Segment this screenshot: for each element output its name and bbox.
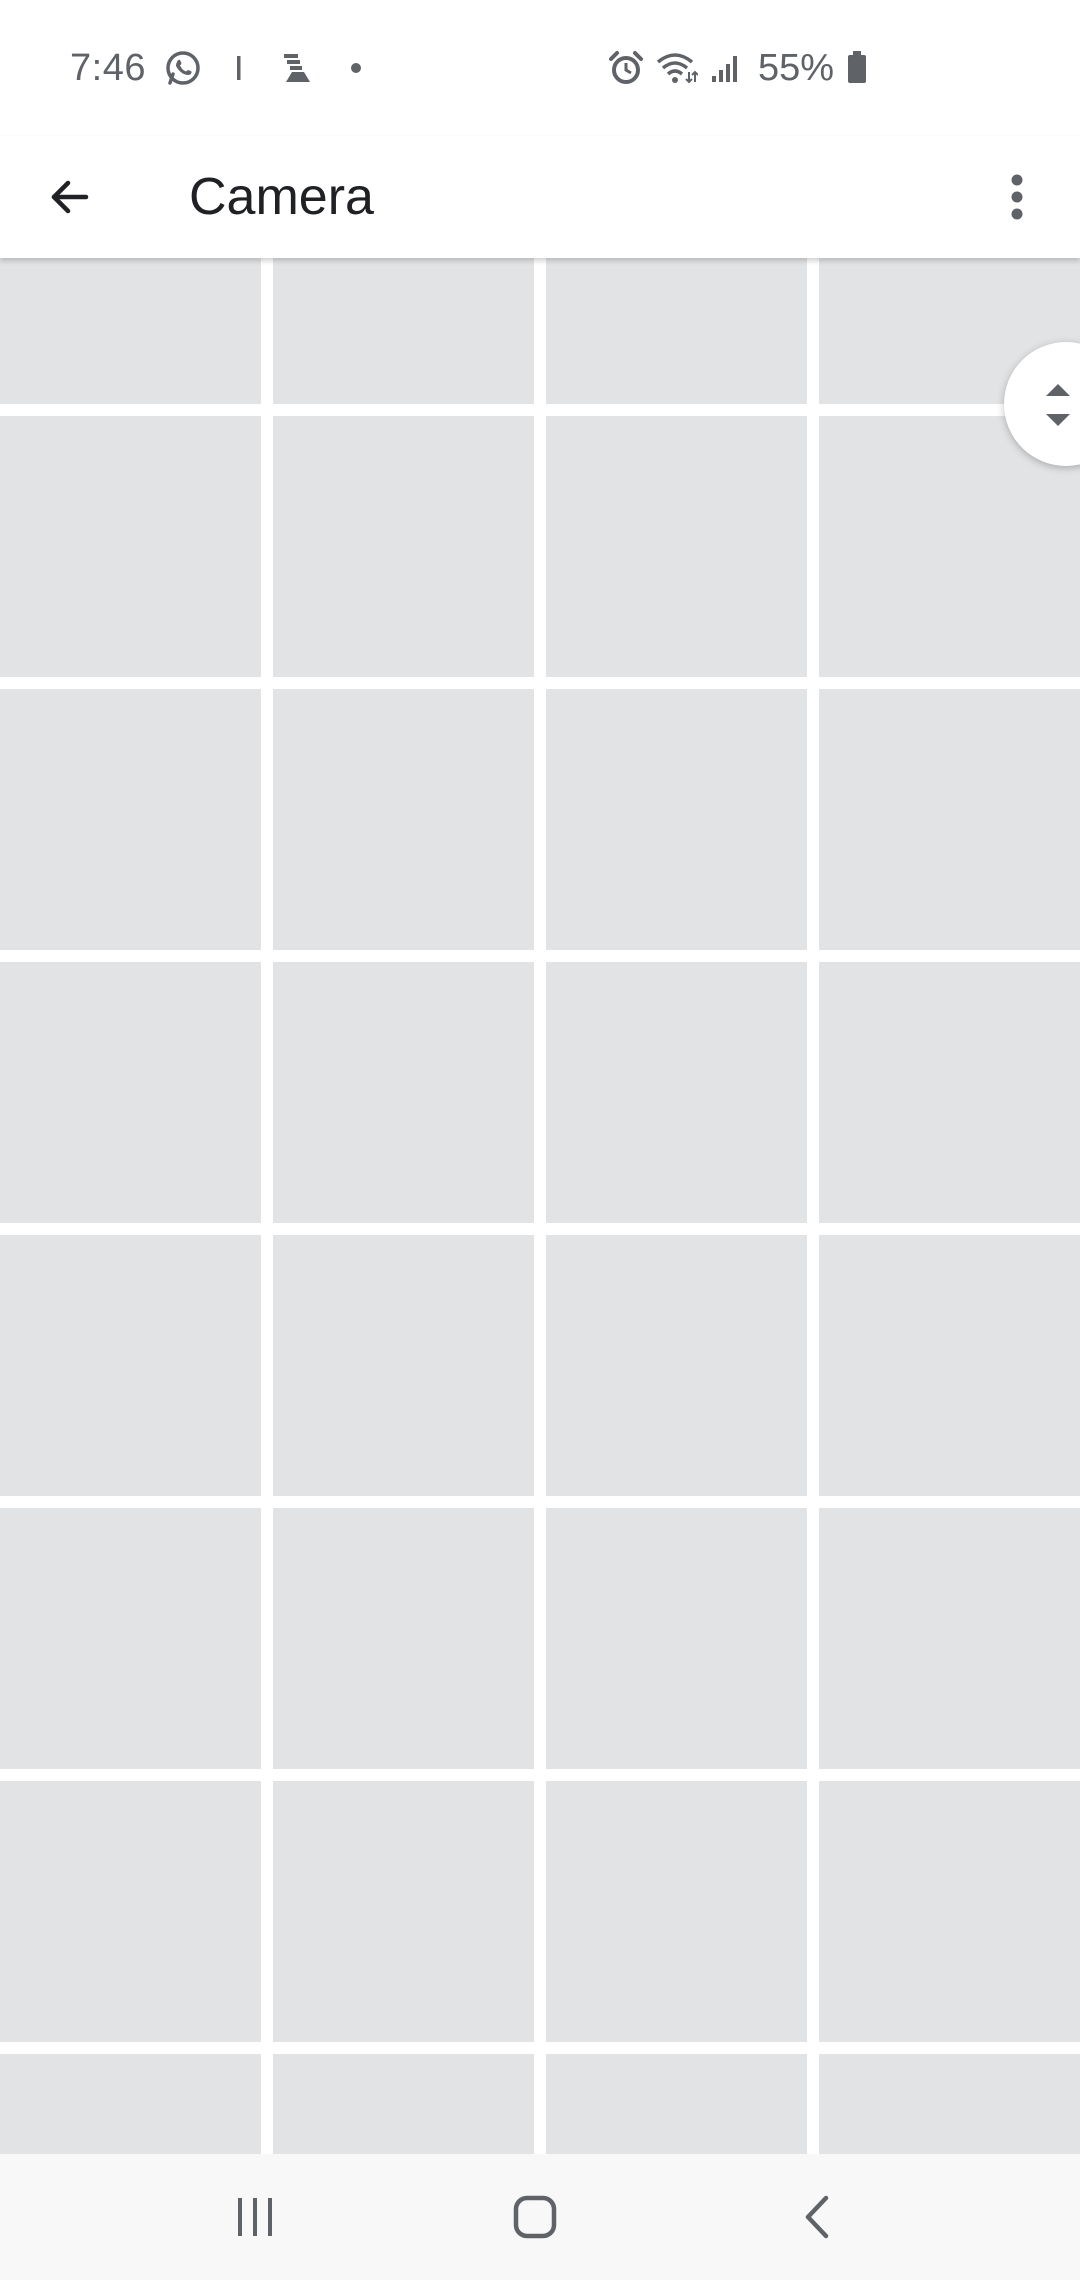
photo-placeholder-tile[interactable] [0,1781,261,2042]
photo-placeholder-tile[interactable] [0,1235,261,1496]
photo-placeholder-tile[interactable] [819,1781,1080,2042]
recent-apps-button[interactable] [215,2177,295,2257]
signal-icon [710,52,742,84]
more-options-button[interactable] [977,157,1057,237]
system-back-button[interactable] [777,2177,857,2257]
photo-grid [0,258,1080,2154]
photo-placeholder-tile[interactable] [546,689,807,950]
photo-placeholder-tile[interactable] [546,2054,807,2154]
photo-placeholder-tile[interactable] [819,2054,1080,2154]
recent-apps-icon [233,2197,277,2237]
photo-placeholder-tile[interactable] [273,258,534,404]
photo-placeholder-tile[interactable] [819,1235,1080,1496]
photo-placeholder-tile[interactable] [0,689,261,950]
photo-placeholder-tile[interactable] [546,416,807,677]
photo-placeholder-tile[interactable] [546,258,807,404]
photo-placeholder-tile[interactable] [819,962,1080,1223]
photo-placeholder-tile[interactable] [546,1508,807,1769]
photo-placeholder-tile[interactable] [273,1508,534,1769]
status-bar: 7:46 55% [0,0,1080,136]
battery-icon [846,51,868,85]
home-button[interactable] [495,2177,575,2257]
photo-placeholder-tile[interactable] [273,689,534,950]
photo-placeholder-tile[interactable] [0,1508,261,1769]
photo-placeholder-tile[interactable] [273,416,534,677]
photo-placeholder-tile[interactable] [0,258,261,404]
back-button[interactable] [30,157,110,237]
alarm-icon [608,50,644,86]
battery-percentage: 55% [758,46,835,89]
photo-placeholder-tile[interactable] [546,1235,807,1496]
photo-placeholder-tile[interactable] [273,2054,534,2154]
photo-placeholder-tile[interactable] [819,1508,1080,1769]
status-right: 55% [608,40,868,96]
chevron-left-icon [802,2194,832,2240]
app-notification-icon [282,52,312,84]
photo-placeholder-tile[interactable] [0,2054,261,2154]
photo-placeholder-tile[interactable] [819,689,1080,950]
photo-placeholder-tile[interactable] [546,1781,807,2042]
status-left: 7:46 [70,40,362,96]
page-title: Camera [189,168,374,226]
photo-placeholder-tile[interactable] [273,1235,534,1496]
photo-placeholder-tile[interactable] [0,416,261,677]
app-bar: Camera [0,136,1080,258]
status-time: 7:46 [70,46,146,89]
up-down-arrows-icon [1040,380,1076,430]
arrow-back-icon [46,173,94,221]
photo-placeholder-tile[interactable] [273,1781,534,2042]
wifi-icon [656,50,698,86]
notification-bar-icon [236,56,242,80]
whatsapp-icon [164,49,202,87]
photo-placeholder-tile[interactable] [0,962,261,1223]
navigation-bar [0,2154,1080,2280]
screen: 7:46 55% Camera [0,0,1080,2280]
photo-placeholder-tile[interactable] [273,962,534,1223]
dot-icon [350,62,362,74]
more-vert-icon [1010,174,1024,220]
home-icon [513,2195,557,2239]
photo-placeholder-tile[interactable] [546,962,807,1223]
